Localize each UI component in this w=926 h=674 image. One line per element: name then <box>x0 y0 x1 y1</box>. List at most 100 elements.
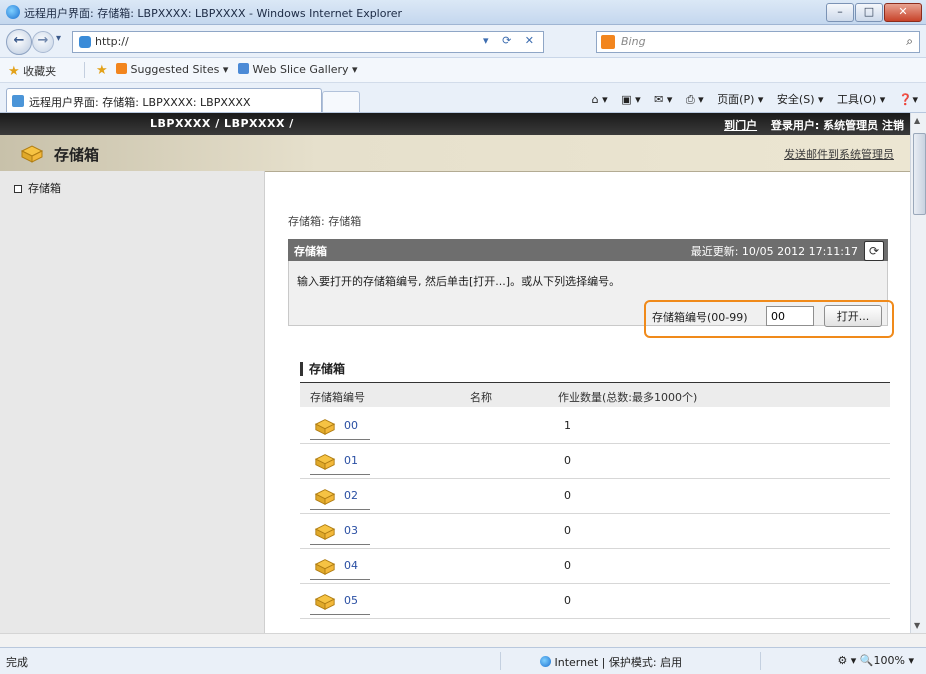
divider <box>760 652 761 670</box>
maximize-icon: □ <box>863 5 875 18</box>
back-button[interactable]: ← <box>6 29 32 55</box>
web-slice-gallery-button[interactable]: Web Slice Gallery ▾ <box>238 63 358 76</box>
sidebar: 存储箱 <box>0 171 265 633</box>
mail-admin-link[interactable]: 发送邮件到系统管理员 <box>784 146 894 162</box>
tab-bar: 远程用户界面: 存储箱: LBPXXXX: LBPXXXX ⌂ ▾ ▣ ▾ ✉ … <box>0 83 926 113</box>
minimize-button[interactable]: – <box>826 3 854 22</box>
window-titlebar: 远程用户界面: 存储箱: LBPXXXX: LBPXXXX - Windows … <box>0 0 926 25</box>
mailbox-icon[interactable] <box>314 591 336 611</box>
security-zone[interactable]: Internet | 保护模式: 启用 <box>540 654 682 670</box>
forward-arrow-icon: → <box>37 33 49 48</box>
status-text: 完成 <box>6 656 28 669</box>
divider <box>84 62 85 78</box>
zoom-control[interactable]: ⚙ ▾ 🔍100% ▾ <box>837 654 914 667</box>
mailbox-number-link[interactable]: 01 <box>344 454 358 467</box>
command-bar: ⌂ ▾ ▣ ▾ ✉ ▾ ⎙ ▾ 页面(P) ▾ 安全(S) ▾ 工具(O) ▾ … <box>582 91 918 107</box>
open-button[interactable]: 打开... <box>824 305 882 327</box>
security-zone-label: Internet | 保护模式: 启用 <box>554 656 683 669</box>
tab-site-icon <box>12 95 24 107</box>
new-tab-button[interactable] <box>322 91 360 112</box>
suggested-sites-icon <box>116 63 127 74</box>
section-title: 存储箱 <box>54 146 100 164</box>
table-row: 01 0 <box>300 444 890 479</box>
address-actions[interactable]: ▾ ⟳ ✕ <box>483 34 539 47</box>
star-icon: ★ <box>8 64 20 79</box>
breadcrumb: 存储箱: 存储箱 <box>288 215 362 228</box>
portal-link[interactable]: 到门户 <box>724 119 757 132</box>
link-underline <box>310 439 370 440</box>
web-slice-gallery-label: Web Slice Gallery ▾ <box>252 63 358 76</box>
column-header-jobs: 作业数量(总数:最多1000个) <box>558 391 698 404</box>
url-text: http:// <box>95 35 129 48</box>
mailbox-number-link[interactable]: 03 <box>344 524 358 537</box>
device-model: LBPXXXX / LBPXXXX / <box>150 117 294 130</box>
tab-remote-ui[interactable]: 远程用户界面: 存储箱: LBPXXXX: LBPXXXX <box>6 88 322 112</box>
mailbox-icon[interactable] <box>314 556 336 576</box>
vertical-scrollbar[interactable]: ▲ ▼ <box>910 113 926 633</box>
ie-logo-icon <box>6 5 20 19</box>
feeds-button[interactable]: ▣ ▾ <box>621 93 640 106</box>
favorites-label: 收藏夹 <box>23 65 57 78</box>
job-count: 0 <box>564 559 571 572</box>
mailbox-number-link[interactable]: 00 <box>344 419 358 432</box>
print-button[interactable]: ⎙ ▾ <box>686 93 704 106</box>
maximize-button[interactable]: □ <box>855 3 883 22</box>
add-favorite-icon[interactable]: ★ <box>96 63 108 78</box>
scroll-up-icon[interactable]: ▲ <box>914 116 920 125</box>
mailbox-number-link[interactable]: 05 <box>344 594 358 607</box>
app-header: LBPXXXX / LBPXXXX / 到门户 登录用户: 系统管理员 注销 <box>0 113 910 135</box>
logout-link[interactable]: 注销 <box>882 119 904 132</box>
header-user-area: 到门户 登录用户: 系统管理员 注销 <box>724 117 904 133</box>
close-window-button[interactable]: ✕ <box>884 3 922 22</box>
scroll-thumb[interactable] <box>913 133 926 215</box>
link-underline <box>310 544 370 545</box>
table-row: 00 1 <box>300 409 890 444</box>
favorites-bar: ★ 收藏夹 ★ Suggested Sites ▾ Web Slice Gall… <box>0 58 926 83</box>
mailbox-icon[interactable] <box>314 486 336 506</box>
suggested-sites-button[interactable]: Suggested Sites ▾ <box>116 63 228 76</box>
globe-icon <box>540 656 551 667</box>
link-underline <box>310 474 370 475</box>
search-input[interactable]: Bing ⌕ <box>596 31 920 53</box>
horizontal-scroll-area <box>0 633 926 648</box>
help-menu[interactable]: ❓▾ <box>899 93 918 106</box>
mail-button[interactable]: ✉ ▾ <box>654 93 672 106</box>
mailbox-icon[interactable] <box>314 451 336 471</box>
window-title: 远程用户界面: 存储箱: LBPXXXX: LBPXXXX - Windows … <box>24 7 403 20</box>
bullet-icon <box>14 185 22 193</box>
safety-menu[interactable]: 安全(S) ▾ <box>777 93 824 106</box>
mailbox-icon[interactable] <box>314 416 336 436</box>
job-count: 0 <box>564 524 571 537</box>
mailbox-icon[interactable] <box>314 521 336 541</box>
favorites-button[interactable]: ★ 收藏夹 <box>8 63 56 79</box>
panel-header: 存储箱 最近更新: 10/05 2012 17:11:17 ⟳ <box>288 239 888 261</box>
last-updated: 最近更新: 10/05 2012 17:11:17 <box>690 245 858 258</box>
home-button[interactable]: ⌂ ▾ <box>592 93 608 106</box>
web-slice-icon <box>238 63 249 74</box>
url-input[interactable]: http:// ▾ ⟳ ✕ <box>72 31 544 53</box>
table-row: 03 0 <box>300 514 890 549</box>
link-underline <box>310 579 370 580</box>
history-dropdown-icon[interactable]: ▾ <box>56 33 61 44</box>
column-header-name: 名称 <box>470 391 492 404</box>
tools-menu[interactable]: 工具(O) ▾ <box>837 93 885 106</box>
forward-button[interactable]: → <box>32 31 54 53</box>
login-user: 登录用户: 系统管理员 <box>770 119 879 132</box>
page-menu[interactable]: 页面(P) ▾ <box>717 93 763 106</box>
search-icon[interactable]: ⌕ <box>906 34 913 49</box>
table-row: 04 0 <box>300 549 890 584</box>
refresh-icon[interactable]: ⟳ <box>864 241 884 261</box>
back-arrow-icon: ← <box>13 33 25 48</box>
job-count: 0 <box>564 594 571 607</box>
mailbox-number-link[interactable]: 04 <box>344 559 358 572</box>
column-header-number: 存储箱编号 <box>310 391 365 404</box>
box-number-input[interactable] <box>766 306 814 326</box>
panel-title: 存储箱 <box>294 245 327 258</box>
sidebar-item-mailbox[interactable]: 存储箱 <box>14 180 61 196</box>
mailbox-number-link[interactable]: 02 <box>344 489 358 502</box>
link-underline <box>310 509 370 510</box>
scroll-down-icon[interactable]: ▼ <box>914 621 920 630</box>
suggested-sites-label: Suggested Sites ▾ <box>130 63 229 76</box>
list-header: 存储箱编号 名称 作业数量(总数:最多1000个) <box>300 383 890 407</box>
status-bar: 完成 Internet | 保护模式: 启用 ⚙ ▾ 🔍100% ▾ <box>0 647 926 674</box>
